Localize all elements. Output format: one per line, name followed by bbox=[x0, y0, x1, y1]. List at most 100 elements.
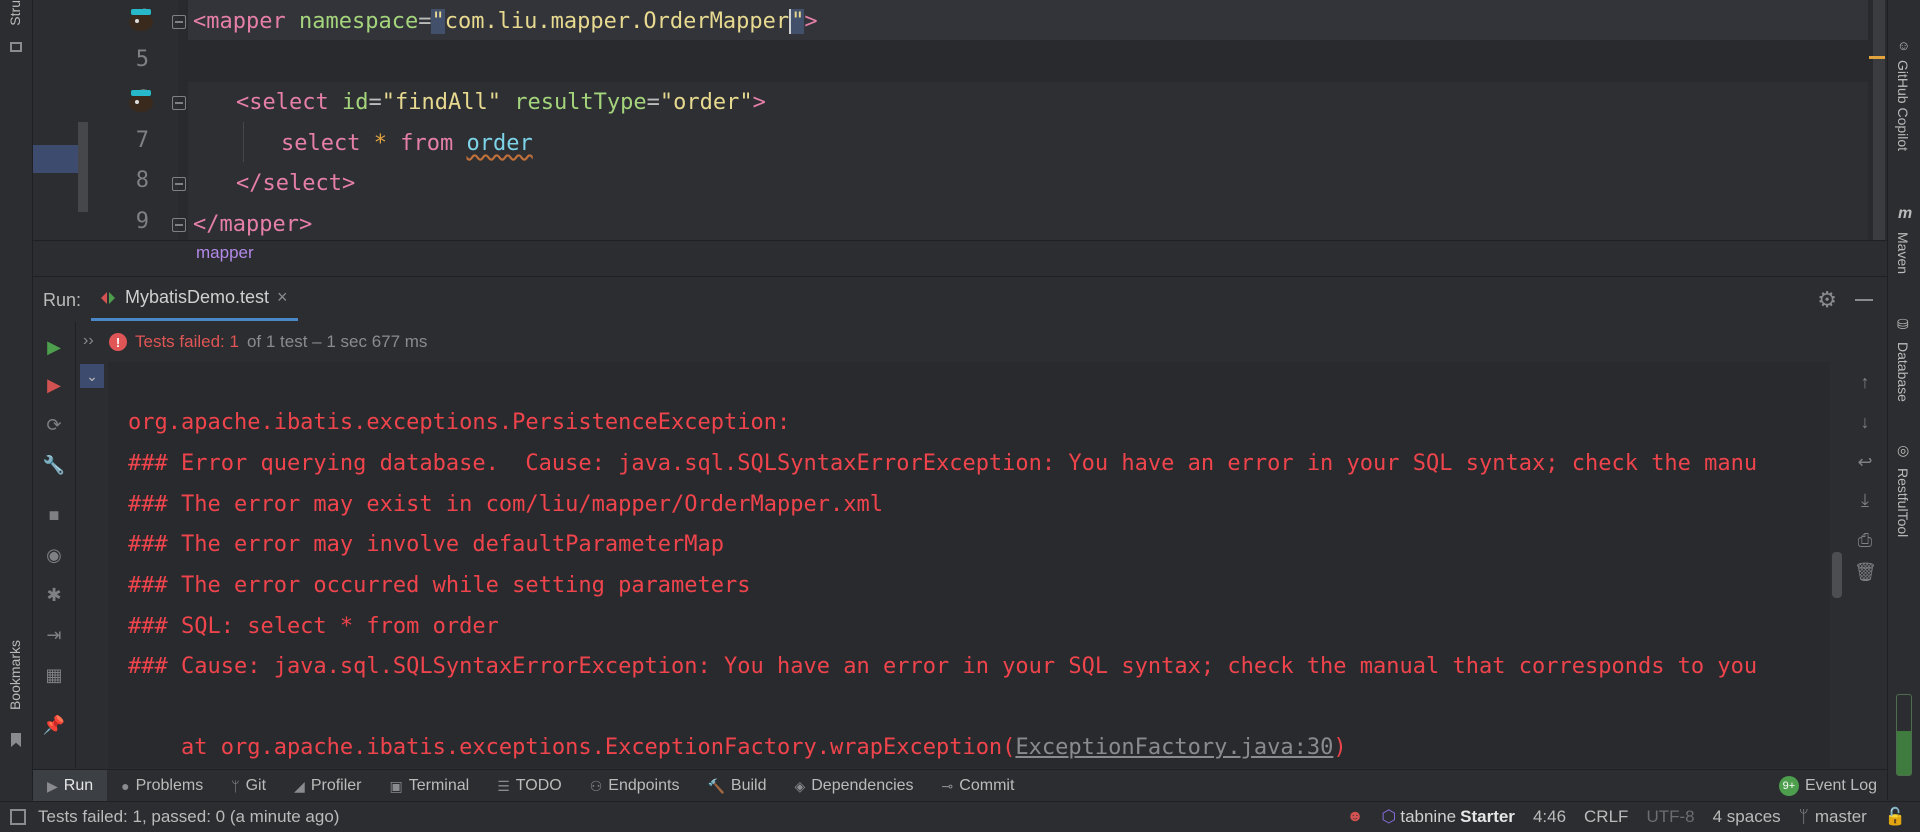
sql-star: * bbox=[373, 131, 387, 156]
tag-name: select bbox=[249, 90, 329, 115]
attr-value: com.liu.mapper.OrderMapper bbox=[444, 9, 790, 34]
dependencies-icon: ◈ bbox=[794, 777, 806, 794]
indent-setting[interactable]: 4 spaces bbox=[1713, 807, 1781, 827]
wrench-icon[interactable]: 🔧 bbox=[43, 454, 65, 476]
code-line-4[interactable]: <mapper namespace="com.liu.mapper.OrderM… bbox=[193, 2, 818, 42]
tab-endpoints[interactable]: ⚇ Endpoints bbox=[576, 770, 694, 802]
code-line-9[interactable]: </mapper> bbox=[193, 205, 312, 245]
run-config-tab[interactable]: MybatisDemo.test × bbox=[91, 277, 298, 321]
code-editor[interactable]: 4 5 6 7 8 9 <mapper namespace="com.liu.m… bbox=[33, 0, 1887, 276]
fold-toggle-icon[interactable] bbox=[172, 15, 186, 29]
event-count-badge: 9+ bbox=[1778, 776, 1799, 796]
tab-terminal[interactable]: ▣ Terminal bbox=[376, 770, 484, 802]
tag-bracket: </ bbox=[193, 212, 220, 237]
maven-tool-label[interactable]: Maven bbox=[1895, 232, 1911, 274]
code-line-6[interactable]: <select id="findAll" resultType="order"> bbox=[236, 83, 766, 123]
pin-icon[interactable]: 📌 bbox=[43, 714, 65, 736]
mybatis-mascot-icon[interactable] bbox=[125, 6, 157, 32]
debug-icon[interactable]: ✱ bbox=[43, 584, 65, 606]
close-tab-icon[interactable]: × bbox=[277, 287, 288, 308]
toggle-auto-test-icon[interactable]: ⟳ bbox=[43, 414, 65, 436]
console-tree-area: ⌄ bbox=[76, 362, 108, 768]
scroll-down-icon[interactable]: ↓ bbox=[1854, 412, 1876, 433]
tab-problems[interactable]: ● Problems bbox=[107, 770, 217, 802]
git-branch-widget[interactable]: ᛘ master bbox=[1799, 807, 1867, 827]
tag-name: mapper bbox=[219, 212, 299, 237]
tag-bracket: > bbox=[341, 171, 356, 196]
gutter-scroll-marker bbox=[78, 122, 88, 212]
attr-eq: = bbox=[418, 9, 432, 34]
run-tab-title: MybatisDemo.test bbox=[125, 287, 270, 307]
tab-label: Build bbox=[730, 777, 767, 794]
fold-toggle-icon[interactable] bbox=[172, 96, 186, 110]
test-run-icon bbox=[101, 291, 115, 304]
tab-run[interactable]: ▶ Run bbox=[33, 770, 108, 802]
tab-profiler[interactable]: ◢ Profiler bbox=[280, 770, 375, 802]
attr-name: namespace bbox=[298, 9, 419, 34]
rerun-icon[interactable]: ▶ bbox=[43, 336, 65, 358]
error-circle-icon: ! bbox=[109, 333, 127, 351]
breadcrumb[interactable]: mapper bbox=[196, 243, 254, 263]
tab-git[interactable]: ᛘ Git bbox=[217, 770, 280, 802]
tag-name: select bbox=[262, 171, 342, 196]
tab-label: Profiler bbox=[310, 777, 362, 794]
console-line: ### Error querying database. Cause: java… bbox=[128, 451, 1758, 476]
cursor-position[interactable]: 4:46 bbox=[1533, 807, 1566, 827]
console-toolbar: ↑ ↓ ↩ ⤓ ⎙ 🗑 bbox=[1844, 362, 1887, 768]
layout-icon[interactable]: ▦ bbox=[43, 664, 65, 686]
trash-icon[interactable]: 🗑 bbox=[1854, 562, 1877, 583]
console-scroll-thumb[interactable] bbox=[1832, 552, 1842, 598]
run-panel-header: Run: MybatisDemo.test × ⚙ bbox=[33, 276, 1887, 323]
build-icon: 🔨 bbox=[707, 777, 725, 794]
editor-scrollbar[interactable] bbox=[1873, 0, 1885, 240]
tab-build[interactable]: 🔨 Build bbox=[693, 770, 780, 802]
status-message[interactable]: Tests failed: 1, passed: 0 (a minute ago… bbox=[38, 807, 339, 827]
terminal-icon: ▣ bbox=[389, 777, 403, 794]
copilot-tool-label[interactable]: GitHub Copilot bbox=[1895, 60, 1911, 151]
database-icon: ⛁ bbox=[1897, 316, 1909, 332]
console-output[interactable]: org.apache.ibatis.exceptions.Persistence… bbox=[108, 362, 1844, 768]
minimize-panel-icon[interactable] bbox=[1855, 299, 1873, 301]
tabnine-widget[interactable]: ⬡ tabnine Starter bbox=[1382, 807, 1515, 827]
tab-label: TODO bbox=[515, 777, 562, 794]
structure-tool-label[interactable]: Stru bbox=[7, 0, 23, 26]
indent-guide bbox=[243, 122, 244, 162]
stop-icon[interactable]: ■ bbox=[43, 504, 65, 526]
mybatis-mascot-icon[interactable] bbox=[125, 87, 157, 113]
copilot-icon[interactable]: ☻ bbox=[1347, 808, 1364, 826]
tab-commit[interactable]: ⊸ Commit bbox=[928, 770, 1029, 802]
scroll-to-end-icon[interactable]: ⤓ bbox=[1854, 490, 1876, 511]
tag-name: mapper bbox=[206, 9, 286, 34]
database-tool-label[interactable]: Database bbox=[1895, 342, 1911, 402]
line-separator[interactable]: CRLF bbox=[1584, 807, 1628, 827]
tag-bracket: </ bbox=[236, 171, 263, 196]
code-line-7[interactable]: select * from order bbox=[281, 124, 533, 164]
console-scrollbar[interactable] bbox=[1830, 362, 1844, 768]
bookmarks-tool-label[interactable]: Bookmarks bbox=[7, 640, 23, 710]
file-encoding[interactable]: UTF-8 bbox=[1646, 807, 1694, 827]
panel-toggle-icon[interactable] bbox=[10, 809, 26, 825]
collapse-chevron-icon[interactable]: ⌄ bbox=[80, 364, 104, 388]
fold-toggle-icon[interactable] bbox=[172, 218, 186, 232]
bottom-tool-tabs: ▶ Run ● Problems ᛘ Git ◢ Profiler ▣ Terminal … bbox=[33, 769, 1887, 802]
scroll-up-icon[interactable]: ↑ bbox=[1854, 372, 1876, 393]
soft-wrap-icon[interactable]: ↩ bbox=[1854, 452, 1876, 473]
code-line-8[interactable]: </select> bbox=[236, 164, 355, 204]
fold-toggle-icon[interactable] bbox=[172, 177, 186, 191]
rerun-failed-icon[interactable]: ▶ bbox=[43, 374, 65, 396]
tab-label: Terminal bbox=[408, 777, 470, 794]
settings-gear-icon[interactable]: ⚙ bbox=[1817, 287, 1837, 313]
expand-chevron-icon[interactable]: ›› bbox=[83, 332, 94, 350]
camera-icon[interactable]: ◉ bbox=[43, 544, 65, 566]
stack-source-link[interactable]: ExceptionFactory.java:30 bbox=[1015, 735, 1333, 760]
attr-name: resultType bbox=[514, 90, 647, 115]
tab-todo[interactable]: ☰ TODO bbox=[483, 770, 576, 802]
lock-icon[interactable]: 🔓 bbox=[1885, 807, 1906, 827]
tag-bracket: > bbox=[752, 90, 766, 115]
event-log-button[interactable]: 9+ Event Log bbox=[1778, 770, 1877, 802]
export-icon[interactable]: ⇥ bbox=[43, 624, 65, 646]
print-icon[interactable]: ⎙ bbox=[1854, 530, 1876, 551]
restful-tool-label[interactable]: RestfulTool bbox=[1895, 468, 1911, 537]
tab-dependencies[interactable]: ◈ Dependencies bbox=[780, 770, 927, 802]
tag-bracket: > bbox=[804, 9, 818, 34]
